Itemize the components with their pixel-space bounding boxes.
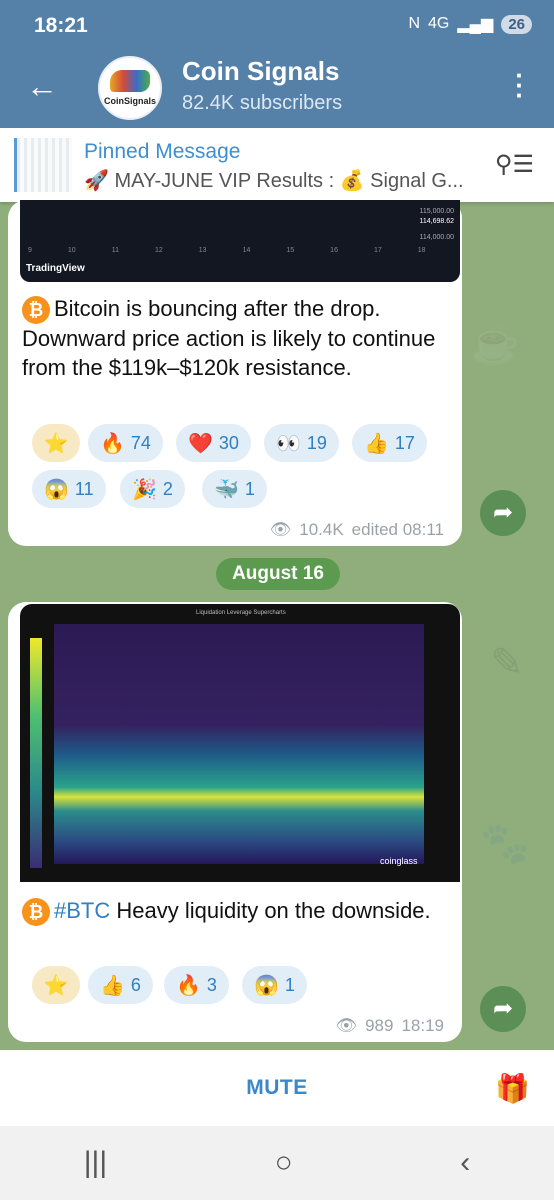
avatar-logo-text: CoinSignals bbox=[103, 96, 156, 106]
eye-icon: 👁 bbox=[269, 520, 292, 539]
reaction-thumbs-up[interactable]: 👍 17 bbox=[352, 424, 427, 462]
reaction-eyes[interactable]: 👀 19 bbox=[264, 424, 339, 462]
bottom-bar: MUTE 🎁 bbox=[0, 1050, 554, 1126]
bull-logo-icon bbox=[110, 70, 150, 92]
channel-title[interactable]: Coin Signals bbox=[182, 56, 339, 87]
mute-button[interactable]: MUTE bbox=[0, 1050, 554, 1126]
tradingview-chart-image[interactable]: 9 10 11 12 13 14 15 16 17 18 115,000.00 114,698.6… bbox=[20, 200, 460, 282]
subscriber-count: 82.4K subscribers bbox=[182, 92, 343, 114]
reaction-heart[interactable]: ❤️ 30 bbox=[176, 424, 251, 462]
pinned-message-bar[interactable]: Pinned Message 🚀 MAY-JUNE VIP Results : … bbox=[0, 128, 554, 202]
chart-legend: Liquidation Leverage Supercharts bbox=[196, 610, 286, 616]
price-label: 115,000.00 bbox=[419, 208, 454, 215]
date-separator: August 16 bbox=[216, 558, 340, 590]
back-arrow-icon[interactable]: ← bbox=[26, 68, 58, 105]
recent-apps-icon[interactable]: ||| bbox=[84, 1146, 107, 1180]
tradingview-logo: TradingView bbox=[26, 263, 85, 274]
status-icons: N 4G ▂▄▆ 26 bbox=[408, 14, 532, 34]
pinned-text: 🚀 MAY-JUNE VIP Results : 💰 Signal G... bbox=[84, 170, 464, 192]
reaction-scream[interactable]: 😱 11 bbox=[32, 470, 106, 508]
message-time: edited 08:11 bbox=[351, 520, 444, 539]
battery-badge: 26 bbox=[501, 14, 532, 34]
chart-time-axis: 9 10 11 12 13 14 15 16 17 18 bbox=[28, 247, 426, 254]
star-reaction-button[interactable]: ⭐ bbox=[32, 966, 80, 1004]
hashtag-link[interactable]: #BTC bbox=[54, 898, 110, 923]
network-label: 4G bbox=[428, 15, 450, 32]
chat-header: ← CoinSignals Coin Signals 82.4K subscri… bbox=[0, 50, 554, 128]
message-time: 18:19 bbox=[401, 1016, 444, 1035]
channel-avatar[interactable]: CoinSignals bbox=[98, 56, 162, 120]
home-icon[interactable]: ○ bbox=[275, 1146, 293, 1180]
reaction-fire[interactable]: 🔥 3 bbox=[164, 966, 229, 1004]
share-arrow-icon[interactable]: ➦ bbox=[480, 986, 526, 1032]
price-label: 114,698.62 bbox=[419, 218, 454, 225]
star-reaction-button[interactable]: ⭐ bbox=[32, 424, 80, 462]
price-label: 114,000.00 bbox=[419, 234, 454, 241]
background-doodle: 🐾 bbox=[480, 822, 530, 866]
background-doodle: ☕ bbox=[470, 322, 520, 366]
message-meta: 👁 989 18:19 bbox=[335, 1016, 444, 1036]
bitcoin-icon: ₿ bbox=[22, 898, 50, 927]
message-text: ₿ #BTC Heavy liquidity on the downside. bbox=[22, 896, 442, 927]
view-count: 10.4K bbox=[299, 520, 344, 539]
heatmap-scale-bar bbox=[30, 638, 42, 868]
nfc-icon: N bbox=[408, 15, 421, 32]
bitcoin-icon: ₿ bbox=[22, 296, 50, 325]
share-arrow-icon[interactable]: ➦ bbox=[480, 490, 526, 536]
back-nav-icon[interactable]: ‹ bbox=[460, 1146, 470, 1180]
reaction-party[interactable]: 🎉 2 bbox=[120, 470, 185, 508]
reaction-thumbs-up[interactable]: 👍 6 bbox=[88, 966, 153, 1004]
liquidation-heatmap-image[interactable]: Liquidation Leverage Supercharts coingla… bbox=[20, 604, 460, 882]
status-bar: 18:21 N 4G ▂▄▆ 26 bbox=[0, 0, 554, 50]
reaction-fire[interactable]: 🔥 74 bbox=[88, 424, 163, 462]
background-doodle: ✎ bbox=[490, 641, 524, 685]
more-menu-icon[interactable]: · · · bbox=[515, 62, 524, 108]
message-meta: 👁 10.4K edited 08:11 bbox=[270, 520, 444, 540]
pinned-title: Pinned Message bbox=[84, 140, 241, 163]
signal-icon: ▂▄▆ bbox=[457, 16, 494, 33]
pin-list-icon[interactable]: ⚲☰ bbox=[495, 150, 534, 179]
view-count: 989 bbox=[365, 1016, 394, 1035]
reaction-whale[interactable]: 🐳 1 bbox=[202, 470, 267, 508]
system-nav-bar: ||| ○ ‹ bbox=[0, 1126, 554, 1200]
message-text: ₿ Bitcoin is bouncing after the drop. Dow… bbox=[22, 294, 442, 382]
pinned-thumbnail bbox=[14, 138, 72, 192]
eye-icon: 👁 bbox=[335, 1016, 358, 1035]
message-body: Bitcoin is bouncing after the drop. Down… bbox=[22, 296, 436, 381]
status-time: 18:21 bbox=[34, 14, 88, 37]
gift-icon[interactable]: 🎁 bbox=[495, 1072, 530, 1105]
heatmap-area bbox=[54, 624, 424, 864]
message-body: Heavy liquidity on the downside. bbox=[110, 898, 431, 923]
coinglass-watermark: coinglass bbox=[380, 856, 418, 866]
reaction-scream[interactable]: 😱 1 bbox=[242, 966, 307, 1004]
